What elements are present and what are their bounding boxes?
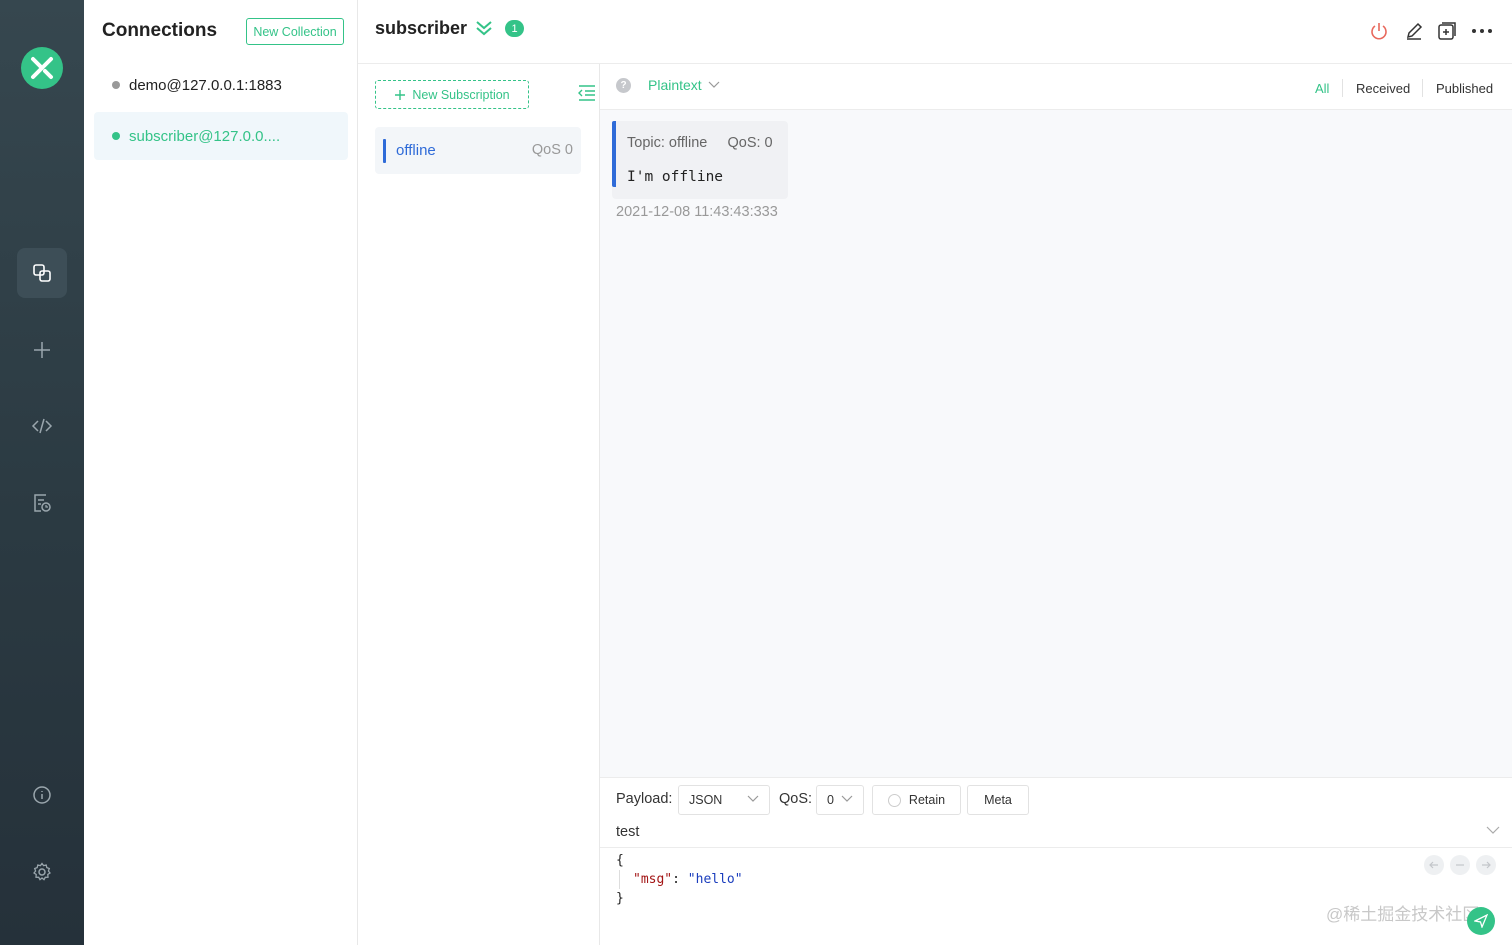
edit-button[interactable] — [1403, 20, 1425, 42]
json-key: "msg" — [633, 872, 673, 887]
payload-format-select[interactable]: Plaintext — [648, 77, 720, 93]
qos-value: 0 — [827, 793, 834, 807]
subscription-color-bar — [383, 139, 386, 163]
history-nav — [1424, 855, 1496, 875]
settings-nav-button[interactable] — [17, 847, 67, 897]
divider — [1422, 79, 1423, 97]
code-line: "msg": "hello" — [619, 870, 743, 889]
code-line: } — [616, 891, 624, 906]
message-meta: Topic: offline QoS: 0 — [627, 135, 773, 151]
message-color-bar — [612, 121, 616, 187]
retain-label: Retain — [908, 793, 946, 807]
messages-area: ? Plaintext All Received Published Topic… — [600, 64, 1512, 777]
plus-icon — [34, 342, 50, 358]
new-window-icon — [1438, 22, 1456, 40]
subscription-item[interactable]: offline QoS 0 — [375, 127, 581, 174]
minus-icon — [1456, 864, 1464, 866]
history-next-button[interactable] — [1476, 855, 1496, 875]
message-payload: I'm offline — [627, 169, 724, 185]
qos-select[interactable]: 0 — [816, 785, 864, 815]
arrow-left-icon — [1429, 861, 1438, 869]
connections-icon — [33, 264, 51, 282]
new-connection-nav-button[interactable] — [17, 325, 67, 375]
chevron-down-icon[interactable] — [1486, 826, 1500, 835]
more-button[interactable] — [1471, 20, 1493, 42]
meta-button[interactable]: Meta — [967, 785, 1029, 815]
payload-label: Payload: — [616, 791, 673, 807]
unread-badge: 1 — [505, 20, 524, 37]
log-nav-button[interactable] — [17, 478, 67, 528]
qos-label: QoS: — [779, 791, 813, 807]
topic-value: test — [616, 824, 640, 840]
watermark: @稀土掘金技术社区 — [1326, 905, 1480, 924]
new-subscription-label: New Subscription — [412, 87, 510, 102]
status-dot — [112, 81, 120, 89]
code-icon — [31, 418, 53, 434]
mqttx-logo-icon[interactable] — [21, 47, 63, 89]
code-line: { — [616, 853, 624, 868]
messages-toolbar: ? Plaintext All Received Published — [600, 64, 1512, 110]
payload-type-select[interactable]: JSON — [678, 785, 770, 815]
message-card[interactable]: Topic: offline QoS: 0 I'm offline — [612, 121, 788, 199]
send-button[interactable] — [1467, 907, 1495, 935]
edit-icon — [1406, 22, 1423, 40]
more-icon — [1472, 29, 1492, 33]
connections-title: Connections — [102, 20, 218, 41]
publish-area: Payload: JSON QoS: 0 Retain Meta test { … — [600, 777, 1512, 945]
divider — [1342, 79, 1343, 97]
connection-label: subscriber@127.0.0.... — [129, 127, 281, 145]
retain-radio[interactable] — [887, 793, 901, 807]
history-clear-button[interactable] — [1450, 855, 1470, 875]
filter-all[interactable]: All — [1315, 81, 1329, 96]
chevron-down-icon[interactable] — [475, 20, 493, 36]
status-dot — [112, 132, 120, 140]
info-icon — [33, 786, 51, 804]
connection-header: subscriber 1 — [358, 0, 1512, 64]
chevron-down-icon — [747, 795, 759, 802]
subscription-topic: offline — [396, 142, 436, 159]
connection-title: subscriber — [375, 18, 468, 38]
new-subscription-button[interactable]: New Subscription — [375, 80, 529, 109]
arrow-right-icon — [1482, 861, 1491, 869]
script-nav-button[interactable] — [17, 401, 67, 451]
log-icon — [34, 494, 51, 512]
help-icon[interactable]: ? — [616, 78, 631, 93]
connection-item-subscriber[interactable]: subscriber@127.0.0.... — [94, 112, 348, 160]
json-value: "hello" — [687, 872, 743, 887]
collapse-icon[interactable] — [577, 84, 597, 102]
topic-input[interactable]: test — [600, 818, 1512, 848]
json-colon: : — [672, 872, 688, 887]
connections-panel: Connections New Collection demo@127.0.0.… — [84, 0, 358, 945]
connections-nav-button[interactable] — [17, 248, 67, 298]
chevron-down-icon — [841, 795, 853, 802]
subscriptions-panel: New Subscription offline QoS 0 — [358, 64, 600, 945]
chevron-down-icon — [708, 81, 720, 88]
payload-type-value: JSON — [689, 793, 723, 807]
app-sidebar — [0, 0, 84, 945]
connection-label: demo@127.0.0.1:1883 — [129, 76, 282, 94]
power-icon — [1371, 23, 1387, 40]
new-collection-button[interactable]: New Collection — [246, 18, 344, 45]
plus-icon — [395, 89, 406, 100]
gear-icon — [33, 862, 51, 881]
disconnect-button[interactable] — [1368, 20, 1390, 42]
connection-item-demo[interactable]: demo@127.0.0.1:1883 — [94, 61, 348, 109]
history-prev-button[interactable] — [1424, 855, 1444, 875]
about-nav-button[interactable] — [17, 770, 67, 820]
filter-published[interactable]: Published — [1436, 81, 1493, 96]
retain-toggle[interactable]: Retain — [872, 785, 961, 815]
payload-editor[interactable]: { "msg": "hello" } — [616, 851, 743, 908]
new-window-button[interactable] — [1436, 20, 1458, 42]
payload-format-value: Plaintext — [648, 77, 702, 93]
subscription-qos: QoS 0 — [531, 142, 573, 158]
filter-received[interactable]: Received — [1356, 81, 1410, 96]
send-icon — [1474, 914, 1488, 928]
message-time: 2021-12-08 11:43:43:333 — [616, 204, 778, 220]
